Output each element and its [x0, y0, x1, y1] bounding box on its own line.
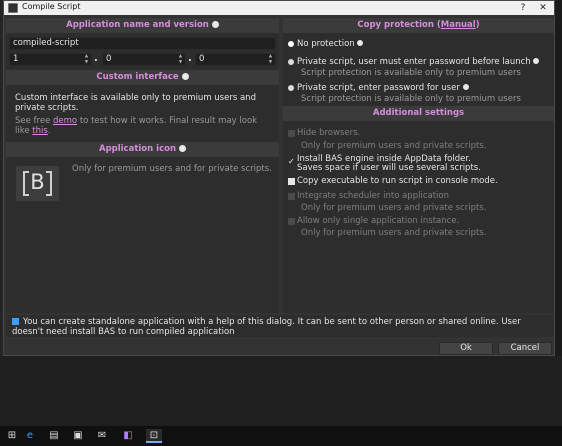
- install-bas-note: Saves space if user will use several scr…: [297, 163, 481, 173]
- title-bar[interactable]: Compile Script ? ✕: [4, 1, 554, 15]
- copy-exe-checkbox[interactable]: [288, 178, 295, 185]
- hide-browsers-label[interactable]: Hide browsers.: [297, 128, 360, 138]
- info-icon[interactable]: [211, 20, 219, 28]
- copy-exe-label[interactable]: Copy executable to run script in console…: [297, 176, 498, 186]
- bas-app-icon: [8, 3, 18, 13]
- integrate-scheduler-note: Only for premium users and private scrip…: [301, 203, 487, 213]
- version-separator: .: [188, 53, 192, 64]
- taskbar: ⊞ e ▤ ▣ ✉ ◧ ⊡: [0, 426, 562, 446]
- store-icon[interactable]: ▣: [70, 429, 86, 443]
- password-user-radio[interactable]: [288, 85, 294, 91]
- this-link[interactable]: this: [32, 126, 48, 136]
- cancel-button[interactable]: Cancel: [498, 342, 552, 355]
- close-button[interactable]: ✕: [534, 1, 552, 15]
- windows-start-icon[interactable]: ⊞: [4, 429, 20, 443]
- password-user-label[interactable]: Private script, enter password for user: [297, 83, 469, 93]
- ok-button[interactable]: Ok: [439, 342, 493, 355]
- password-launch-radio[interactable]: [288, 59, 294, 65]
- custom-interface-text: Custom interface is available only to pr…: [15, 93, 256, 113]
- version-major-input[interactable]: 1 ▲ ▼: [9, 53, 92, 66]
- spin-arrows-icon[interactable]: ▲ ▼: [177, 54, 184, 65]
- mail-icon[interactable]: ✉: [94, 429, 110, 443]
- custom-interface-header: Custom interface: [6, 70, 279, 85]
- info-icon[interactable]: [533, 58, 540, 64]
- help-button[interactable]: ?: [514, 1, 532, 15]
- spin-arrows-icon[interactable]: ▲ ▼: [83, 54, 90, 65]
- additional-settings-header: Additional settings: [283, 106, 554, 121]
- app-name-header: Application name and version: [6, 18, 279, 33]
- hide-browsers-note: Only for premium users and private scrip…: [301, 141, 487, 151]
- footer-message: You can create standalone application wi…: [12, 317, 521, 337]
- compile-script-dialog: Compile Script ? ✕ Application name and …: [3, 0, 555, 356]
- spin-arrows-icon[interactable]: ▲ ▼: [267, 54, 274, 65]
- left-panel: Application name and version compiled-sc…: [6, 17, 279, 313]
- bas-taskbar-icon[interactable]: ⊡: [146, 429, 162, 443]
- copy-protection-header: Copy protection (Manual): [283, 18, 554, 33]
- integrate-scheduler-checkbox[interactable]: [288, 193, 295, 200]
- version-minor-input[interactable]: 0 ▲ ▼: [102, 53, 186, 66]
- password-launch-label[interactable]: Private script, user must enter password…: [297, 57, 540, 67]
- version-patch-input[interactable]: 0 ▲ ▼: [195, 53, 276, 66]
- footer-message-bar: You can create standalone application wi…: [6, 315, 554, 337]
- single-instance-checkbox[interactable]: [288, 218, 295, 225]
- manual-link[interactable]: Manual: [441, 20, 476, 30]
- no-protection-radio[interactable]: [288, 41, 294, 47]
- bas-logo-icon[interactable]: B: [16, 166, 59, 201]
- info-icon[interactable]: [179, 144, 187, 152]
- app-icon-note: Only for premium users and for private s…: [72, 164, 272, 174]
- single-instance-note: Only for premium users and private scrip…: [301, 228, 487, 238]
- no-protection-label[interactable]: No protection: [297, 39, 364, 49]
- explorer-icon[interactable]: ▤: [46, 429, 62, 443]
- visual-studio-icon[interactable]: ◧: [120, 429, 136, 443]
- custom-interface-demo-text: See free demo to test how it works. Fina…: [15, 116, 258, 136]
- info-icon[interactable]: [181, 72, 189, 80]
- right-panel: Copy protection (Manual) No protection P…: [283, 17, 554, 313]
- integrate-scheduler-label[interactable]: Integrate scheduler into application: [297, 191, 449, 201]
- version-separator: .: [94, 53, 98, 64]
- password-user-note: Script protection is available only to p…: [301, 94, 521, 104]
- background-app-bottom: [0, 356, 562, 426]
- app-name-input[interactable]: compiled-script: [9, 37, 276, 50]
- app-icon-header: Application icon: [6, 142, 279, 157]
- single-instance-label[interactable]: Allow only single application instance.: [297, 216, 459, 226]
- edge-icon[interactable]: e: [22, 429, 38, 443]
- demo-link[interactable]: demo: [53, 116, 77, 126]
- info-icon[interactable]: [357, 40, 364, 46]
- window-title: Compile Script: [22, 2, 81, 11]
- hide-browsers-checkbox[interactable]: [288, 130, 295, 137]
- info-icon[interactable]: [462, 84, 469, 90]
- password-launch-note: Script protection is available only to p…: [301, 68, 521, 78]
- install-bas-checkbox[interactable]: ✓: [288, 158, 295, 166]
